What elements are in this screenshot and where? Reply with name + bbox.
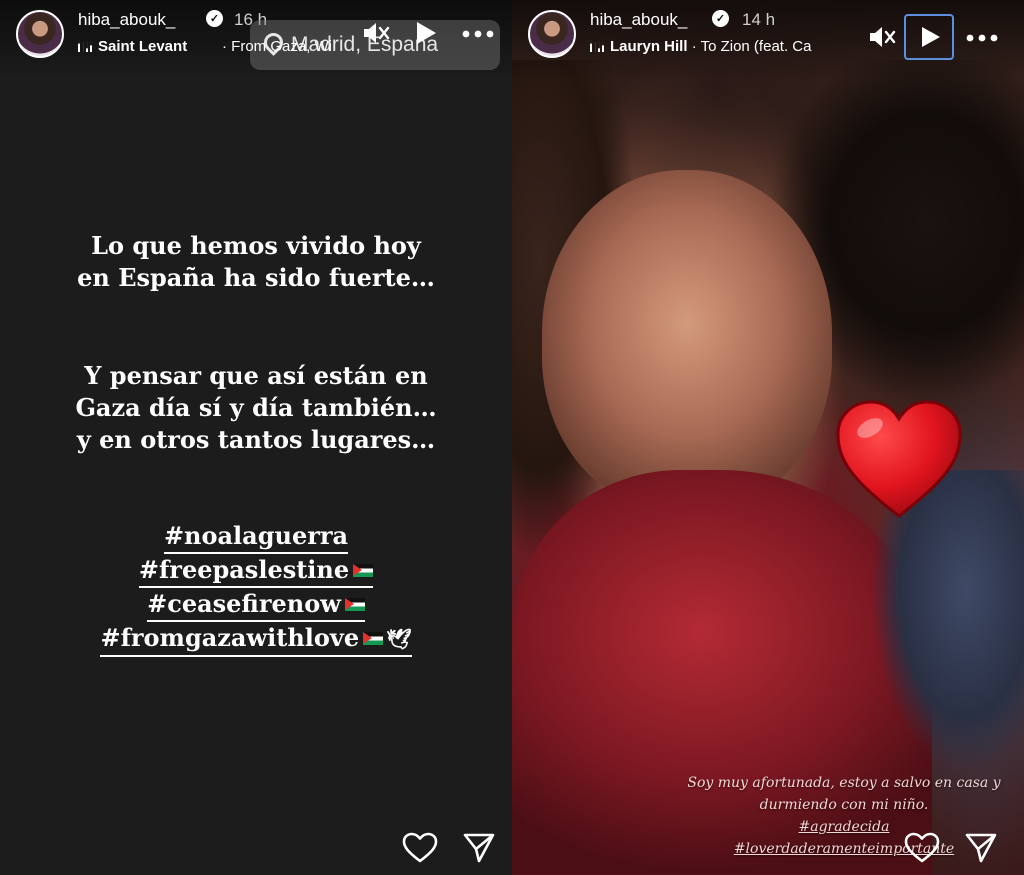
post-time: 14 h xyxy=(742,10,776,29)
story-paragraph-2: Y pensar que así están en Gaza día sí y … xyxy=(40,360,472,456)
text-line: Lo que hemos vivido hoy xyxy=(91,231,421,260)
music-info[interactable]: Lauryn Hill · To Zion (feat. Ca xyxy=(590,38,850,55)
send-icon xyxy=(463,833,495,863)
music-artist: Saint Levant xyxy=(98,38,188,55)
heart-icon xyxy=(402,832,438,863)
like-button[interactable] xyxy=(904,832,940,869)
text-line: y en otros tantos lugares… xyxy=(76,425,436,454)
caption-line: Soy muy afortunada, estoy a salvo en cas… xyxy=(687,775,1001,791)
mute-button[interactable] xyxy=(868,24,896,50)
music-bars-icon xyxy=(590,40,604,52)
story-header: hiba_abouk_ ✓ 14 h Lauryn Hill · To Zion… xyxy=(512,0,1024,80)
music-track: · To Zion (feat. Ca xyxy=(691,38,812,55)
more-options-button[interactable] xyxy=(966,34,998,42)
verified-badge-icon: ✓ xyxy=(712,10,729,27)
share-button[interactable] xyxy=(462,832,496,869)
play-icon xyxy=(417,22,436,44)
music-bars-icon xyxy=(78,40,92,52)
hashtag-list: #noalaguerra #freepaslestine #ceasefiren… xyxy=(0,520,512,657)
dove-icon: 🕊 xyxy=(386,627,412,651)
photo-region xyxy=(542,170,832,510)
music-track: · From Gaza, Wi xyxy=(222,38,333,55)
avatar[interactable] xyxy=(528,10,576,58)
verified-badge-icon: ✓ xyxy=(206,10,223,27)
send-icon xyxy=(965,833,997,863)
more-options-button[interactable] xyxy=(462,30,494,38)
play-icon xyxy=(922,27,940,47)
like-button[interactable] xyxy=(402,832,438,869)
heart-icon xyxy=(904,832,940,863)
play-button[interactable] xyxy=(904,14,954,60)
hashtag[interactable]: #freepaslestine xyxy=(138,554,374,588)
story-left[interactable]: hiba_abouk_ ✓ 16 h Saint Levant Madrid, … xyxy=(0,0,512,875)
music-track-wrap: · From Gaza, Wi xyxy=(222,38,362,55)
palestine-flag-icon xyxy=(353,564,374,577)
text-line: Gaza día sí y día también… xyxy=(75,393,437,422)
avatar[interactable] xyxy=(16,10,64,58)
story-paragraph-1: Lo que hemos vivido hoy en España ha sid… xyxy=(40,230,472,294)
text-line: Y pensar que así están en xyxy=(84,361,428,390)
story-right[interactable]: hiba_abouk_ ✓ 14 h Lauryn Hill · To Zion… xyxy=(512,0,1024,875)
hashtag[interactable]: #ceasefirenow xyxy=(147,588,365,622)
caption-line: durmiendo con mi niño. xyxy=(759,797,929,813)
more-options-icon xyxy=(966,34,998,42)
palestine-flag-icon xyxy=(344,598,365,611)
share-button[interactable] xyxy=(964,832,998,869)
speaker-muted-icon xyxy=(364,23,390,43)
music-artist: Lauryn Hill xyxy=(610,38,688,55)
red-heart-sticker xyxy=(836,400,962,518)
hashtag[interactable]: #fromgazawithlove 🕊 xyxy=(100,622,412,657)
hashtag[interactable]: #noalaguerra xyxy=(163,520,349,554)
mute-button[interactable] xyxy=(362,20,390,46)
story-header: hiba_abouk_ ✓ 16 h Saint Levant Madrid, … xyxy=(0,0,512,80)
speaker-muted-icon xyxy=(870,27,896,47)
text-line: en España ha sido fuerte… xyxy=(77,263,435,292)
username[interactable]: hiba_abouk_ xyxy=(590,10,687,30)
play-button[interactable] xyxy=(414,20,438,46)
palestine-flag-icon xyxy=(363,632,384,645)
more-options-icon xyxy=(462,30,494,38)
username[interactable]: hiba_abouk_ xyxy=(78,10,175,30)
